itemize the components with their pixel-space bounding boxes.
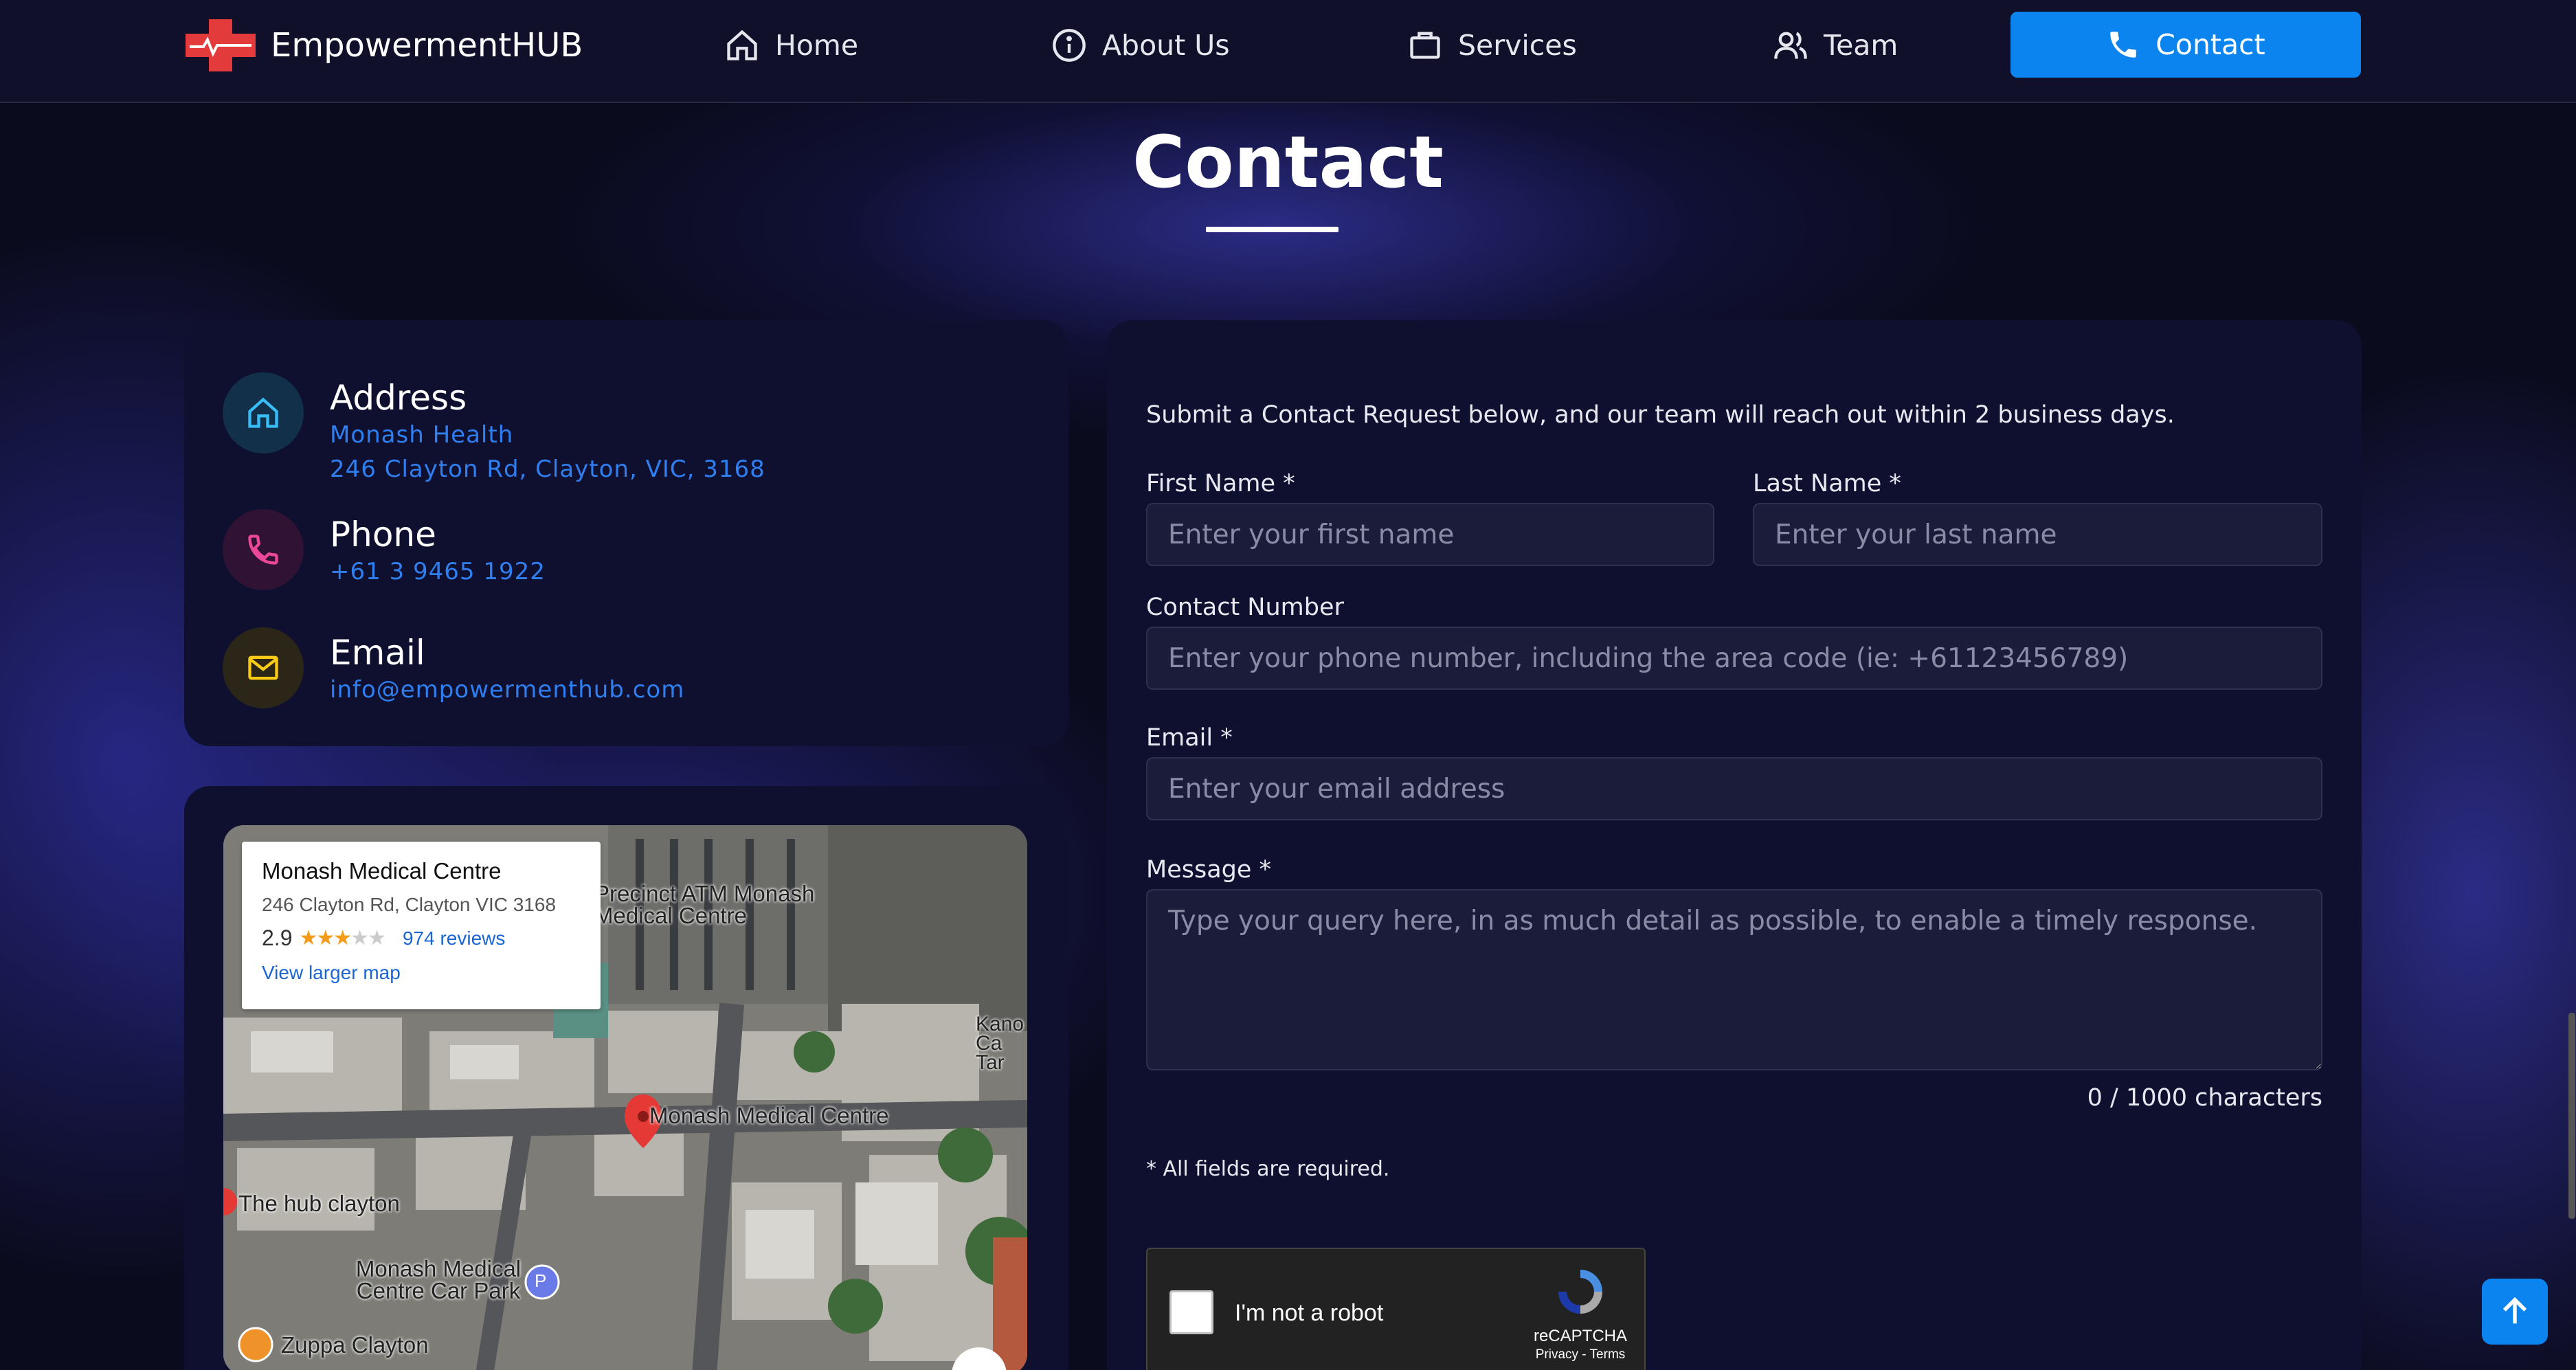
phone-row: Phone +61 3 9465 1922: [223, 509, 546, 590]
home-icon: [248, 397, 278, 428]
brand[interactable]: EmpowermentHUB: [186, 19, 583, 71]
logo-icon: [186, 19, 256, 71]
nav-about[interactable]: About Us: [1051, 19, 1230, 71]
message-textarea[interactable]: [1146, 889, 2322, 1070]
nav-team[interactable]: Team: [1773, 19, 1898, 71]
contact-number-input[interactable]: [1146, 627, 2322, 690]
phone-text: Phone +61 3 9465 1922: [330, 509, 546, 590]
last-name-input[interactable]: [1753, 503, 2322, 566]
map-label-atm: Precinct ATM Monash Medical Centre: [594, 881, 815, 928]
address-line1[interactable]: Monash Health: [330, 418, 765, 452]
top-navbar: EmpowermentHUB Home About Us Services Te…: [0, 0, 2576, 103]
map-info-popup: Monash Medical Centre 246 Clayton Rd, Cl…: [242, 842, 601, 1009]
nav-contact-button[interactable]: Contact: [2011, 12, 2361, 78]
email-input[interactable]: [1146, 757, 2322, 820]
email-row: Email info@empowermenthub.com: [223, 627, 684, 708]
address-text: Address Monash Health 246 Clayton Rd, Cl…: [330, 372, 765, 486]
recaptcha-checkbox[interactable]: [1169, 1290, 1213, 1334]
map-label-carpark: Monash Medical Centre Car Park: [355, 1256, 522, 1303]
popup-address: 246 Clayton Rd, Clayton VIC 3168: [262, 894, 557, 915]
view-larger-map-link[interactable]: View larger map: [262, 962, 581, 984]
nav-home[interactable]: Home: [724, 19, 858, 71]
address-line2[interactable]: 246 Clayton Rd, Clayton, VIC, 3168: [330, 452, 765, 486]
scroll-to-top-button[interactable]: [2482, 1279, 2548, 1345]
form-intro: Submit a Contact Request below, and our …: [1146, 401, 2175, 429]
recaptcha-links[interactable]: Privacy - Terms: [1532, 1347, 1628, 1362]
address-row: Address Monash Health 246 Clayton Rd, Cl…: [223, 372, 765, 486]
popup-rating-row: 2.9 ★★★★★ 974 reviews: [262, 925, 581, 951]
character-count: 0 / 1000 characters: [2087, 1084, 2322, 1112]
briefcase-icon: [1410, 32, 1440, 59]
message-label: Message *: [1146, 856, 1272, 884]
arrow-up-icon: [2502, 1296, 2527, 1324]
last-name-label: Last Name *: [1753, 470, 1901, 497]
map-card: Precinct ATM Monash Medical Centre Kano …: [184, 786, 1068, 1370]
phone-label: Phone: [330, 515, 436, 554]
phone-value[interactable]: +61 3 9465 1922: [330, 554, 546, 589]
page-title: Contact: [1132, 120, 1444, 204]
page-scrollbar[interactable]: [2568, 1013, 2575, 1219]
email-icon-badge: [223, 627, 304, 708]
address-label: Address: [330, 378, 467, 418]
map-label-pin: Monash Medical Centre: [649, 1103, 889, 1128]
contact-form-card: Submit a Contact Request below, and our …: [1107, 320, 2362, 1370]
nav-services[interactable]: Services: [1407, 19, 1577, 71]
recaptcha-branding: reCAPTCHA Privacy - Terms: [1532, 1264, 1628, 1362]
mail-icon: [248, 655, 278, 680]
required-note: * All fields are required.: [1146, 1157, 1390, 1181]
nav-about-label: About Us: [1102, 29, 1230, 62]
rating-stars-icon: ★★★★★: [299, 927, 385, 950]
map-label-zuppa: Zuppa Clayton: [281, 1332, 429, 1358]
info-icon: [1053, 29, 1086, 62]
home-icon: [727, 30, 757, 60]
nav-services-label: Services: [1458, 29, 1577, 62]
first-name-input[interactable]: [1146, 503, 1714, 566]
email-field-label: Email *: [1146, 724, 1233, 752]
embedded-map[interactable]: Precinct ATM Monash Medical Centre Kano …: [223, 825, 1027, 1370]
team-icon: [1774, 32, 1807, 59]
address-icon-badge: [223, 372, 304, 453]
email-text: Email info@empowermenthub.com: [330, 627, 684, 708]
map-label-kano: Kano Ca Tar: [976, 1013, 1024, 1074]
recaptcha-brand: reCAPTCHA: [1533, 1327, 1628, 1345]
first-name-label: First Name *: [1146, 470, 1295, 497]
title-underline: [1206, 227, 1339, 232]
nav-contact-label: Contact: [2155, 28, 2265, 61]
recaptcha-widget: I'm not a robot reCAPTCHA Privacy - Term…: [1146, 1248, 1646, 1370]
recaptcha-label: I'm not a robot: [1235, 1300, 1384, 1326]
popup-rating: 2.9: [262, 925, 293, 950]
phone-icon: [248, 535, 278, 565]
map-label-hub: The hub clayton: [238, 1191, 400, 1216]
brand-name: EmpowermentHUB: [271, 26, 583, 65]
popup-title: Monash Medical Centre: [262, 858, 502, 884]
phone-icon: [2110, 32, 2136, 58]
nav-team-label: Team: [1824, 29, 1899, 62]
nav-home-label: Home: [775, 29, 859, 62]
phone-icon-badge: [223, 509, 304, 590]
recaptcha-logo-icon: [1558, 1270, 1602, 1314]
map-parking-icon: P: [535, 1270, 547, 1291]
email-value[interactable]: info@empowermenthub.com: [330, 673, 684, 707]
contact-info-card: Address Monash Health 246 Clayton Rd, Cl…: [184, 320, 1068, 746]
popup-reviews-link[interactable]: 974 reviews: [403, 928, 505, 950]
email-label: Email: [330, 633, 425, 673]
contact-number-label: Contact Number: [1146, 594, 1344, 621]
